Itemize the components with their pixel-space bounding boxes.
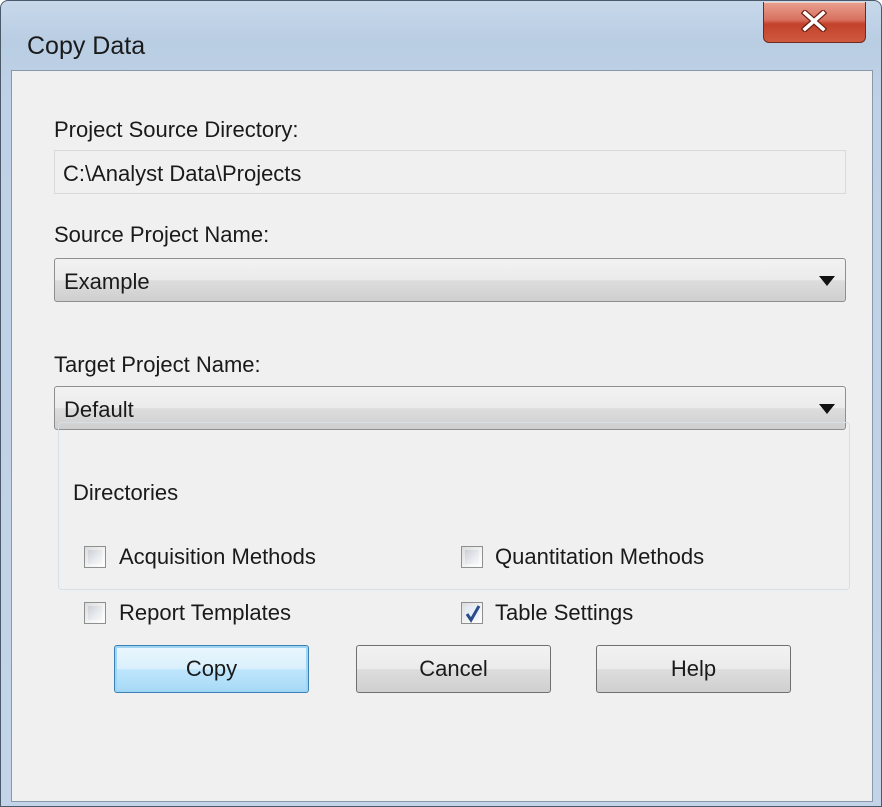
dropdown-arrow-icon — [819, 404, 835, 414]
cancel-button[interactable]: Cancel — [356, 645, 551, 693]
help-button[interactable]: Help — [596, 645, 791, 693]
acquisition-methods-label: Acquisition Methods — [119, 544, 316, 569]
quantitation-methods-checkbox[interactable] — [461, 546, 483, 568]
source-project-select[interactable]: Example — [54, 258, 846, 302]
quantitation-methods-label: Quantitation Methods — [495, 544, 705, 569]
acquisition-methods-checkbox[interactable] — [84, 546, 106, 568]
table-settings-label: Table Settings — [495, 600, 634, 625]
source-project-value: Example — [64, 269, 150, 294]
copy-data-dialog: Copy Data Project Source Directory: C:\A… — [0, 0, 882, 807]
source-project-name-label: Source Project Name: — [54, 222, 270, 247]
target-project-value: Default — [64, 397, 134, 422]
project-source-directory-value: C:\Analyst Data\Projects — [63, 161, 302, 186]
close-button[interactable] — [763, 2, 866, 43]
project-source-directory-label: Project Source Directory: — [54, 117, 299, 142]
report-templates-checkbox[interactable] — [84, 602, 106, 624]
report-templates-label: Report Templates — [119, 600, 292, 625]
target-project-name-label: Target Project Name: — [54, 352, 261, 377]
directories-group-label: Directories — [67, 480, 185, 506]
dropdown-arrow-icon — [819, 276, 835, 286]
window-title: Copy Data — [27, 32, 146, 60]
copy-button[interactable]: Copy — [114, 645, 309, 693]
project-source-directory-field: C:\Analyst Data\Projects — [54, 150, 846, 194]
table-settings-checkbox[interactable] — [461, 602, 483, 624]
